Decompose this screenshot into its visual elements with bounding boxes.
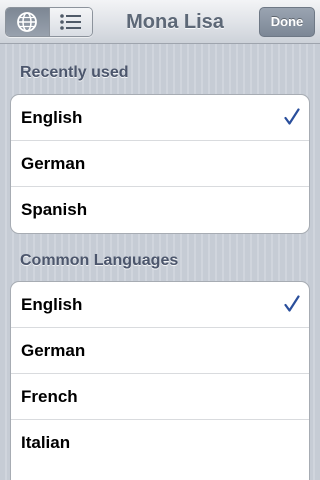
- language-label: Italian: [21, 433, 71, 452]
- checkmark-icon: [284, 108, 300, 125]
- section-header-recently-used: Recently used: [20, 64, 129, 81]
- view-segmented-control: [5, 7, 93, 37]
- list-icon: [59, 14, 81, 30]
- language-label: English: [21, 108, 83, 127]
- checkmark-icon: [284, 295, 300, 312]
- language-label: German: [21, 154, 86, 173]
- recently-used-list: English German Spanish: [10, 94, 310, 234]
- list-item-english[interactable]: English: [11, 95, 309, 141]
- list-item-english[interactable]: English: [11, 282, 309, 328]
- language-label: French: [21, 387, 78, 406]
- list-item-spanish[interactable]: Spanish: [11, 187, 309, 233]
- list-item-german[interactable]: German: [11, 328, 309, 374]
- language-label: Spanish: [21, 200, 88, 219]
- globe-segment[interactable]: [6, 8, 49, 36]
- page-title: Mona Lisa: [126, 11, 224, 33]
- done-button[interactable]: Done: [259, 7, 315, 37]
- list-segment[interactable]: [48, 8, 92, 36]
- list-item-italian[interactable]: Italian: [11, 420, 309, 466]
- section-header-common-languages: Common Languages: [20, 252, 179, 269]
- language-label: German: [21, 341, 86, 360]
- globe-icon: [17, 12, 38, 32]
- list-item-french[interactable]: French: [11, 374, 309, 420]
- list-item-german[interactable]: German: [11, 141, 309, 187]
- navigation-bar: Mona Lisa Done: [0, 0, 320, 44]
- common-languages-list: English German French Italian: [10, 281, 310, 480]
- language-label: English: [21, 295, 83, 314]
